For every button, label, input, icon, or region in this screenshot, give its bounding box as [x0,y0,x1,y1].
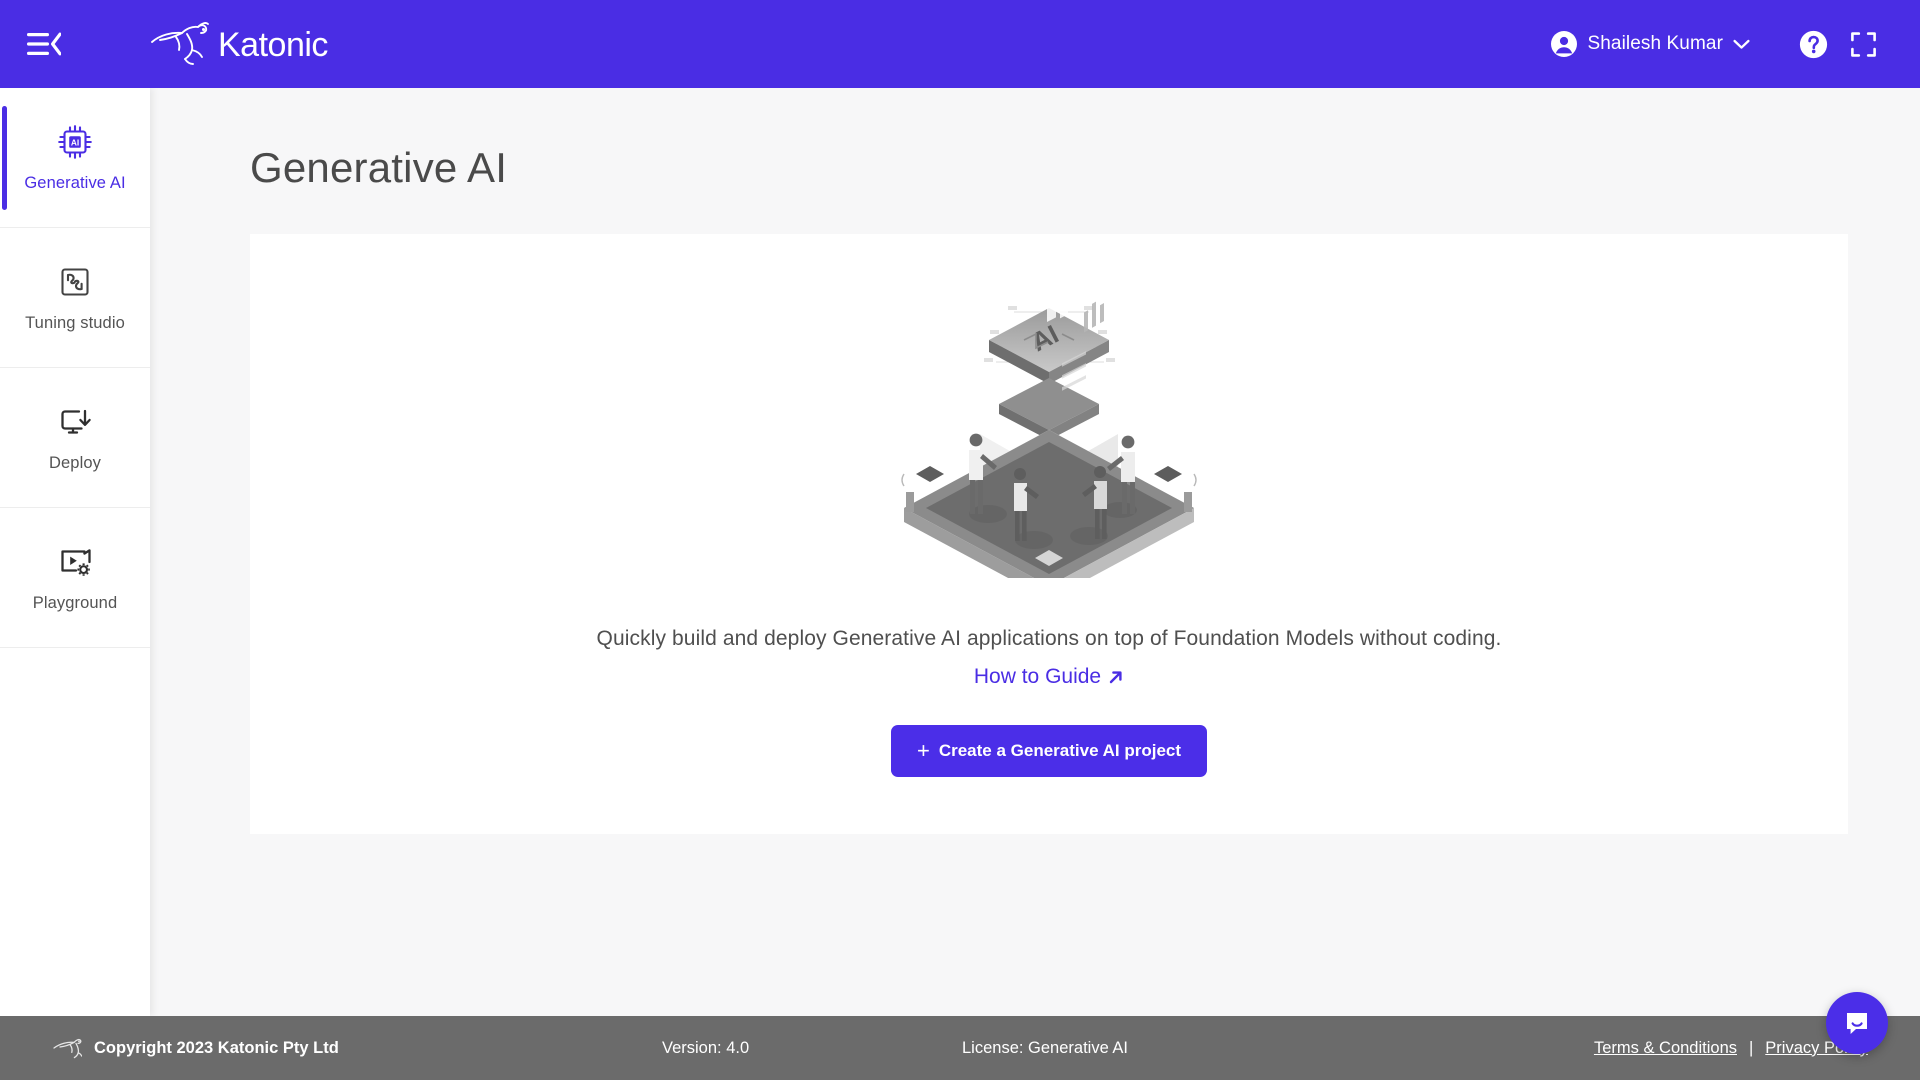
footer-link-separator: | [1749,1038,1754,1057]
user-menu[interactable]: Shailesh Kumar [1551,31,1750,57]
body-row: AI Generative AI Tuning studio Deploy Pl… [0,88,1920,1016]
fullscreen-button[interactable] [1840,21,1886,67]
footer-version: Version: 4.0 [662,1038,750,1057]
header-actions: Shailesh Kumar [1551,21,1920,67]
monitor-download-icon [55,402,95,442]
question-mark-circle-icon [1799,30,1827,58]
kangaroo-logo-icon [53,1038,82,1059]
sidebar-item-label: Generative AI [24,174,126,192]
sidebar-item-tuning-studio[interactable]: Tuning studio [0,228,150,368]
create-project-label: Create a Generative AI project [938,741,1182,760]
card-description: Quickly build and deploy Generative AI a… [596,627,1502,650]
sidebar-item-label: Deploy [49,454,101,472]
hamburger-collapse-icon [27,32,61,56]
menu-collapse-button[interactable] [0,0,88,88]
fullscreen-expand-icon [1850,31,1876,57]
app-root: Katonic Shailesh Kumar AI Generative AI … [0,0,1920,1080]
sidebar-item-label: Tuning studio [25,314,125,332]
user-name-label: Shailesh Kumar [1587,33,1723,54]
user-avatar-icon [1551,31,1578,57]
brand-logo[interactable]: Katonic [146,20,328,68]
footer-copyright-label: Copyright 2023 Katonic Pty Ltd [94,1038,339,1057]
plus-icon: + [916,738,930,763]
svg-text:Katonic: Katonic [218,26,328,64]
sidebar-item-playground[interactable]: Playground [0,508,150,648]
chevron-down-icon [1733,39,1750,49]
footer-copyright: Copyright 2023 Katonic Pty Ltd [52,1037,339,1059]
empty-state-card: AI Quickly build and deploy Generative A… [250,234,1848,834]
page-title: Generative AI [250,144,508,191]
chat-widget-button[interactable] [1826,992,1888,1054]
main-content: Generative AI AI Quickly build and deplo… [150,88,1920,1016]
terms-conditions-link[interactable]: Terms & Conditions [1594,1039,1737,1058]
footer-links: Terms & Conditions | Privacy Policy [1594,1039,1868,1058]
sidebar-item-deploy[interactable]: Deploy [0,368,150,508]
top-header: Katonic Shailesh Kumar [0,0,1920,88]
ai-chip-icon: AI [55,122,95,162]
puzzle-icon [55,262,95,302]
footer-license: License: Generative AI [962,1038,1129,1057]
chat-bubble-smile-icon [1847,1013,1867,1034]
sidebar-item-label: Playground [32,594,118,612]
svg-text:AI: AI [71,138,79,148]
create-project-button[interactable]: + Create a Generative AI project [890,725,1208,777]
kangaroo-logo-icon: Katonic [151,22,328,65]
sidebar: AI Generative AI Tuning studio Deploy Pl… [0,88,150,1016]
video-gear-icon [55,542,95,582]
sidebar-item-generative-ai[interactable]: AI Generative AI [0,88,150,228]
how-to-guide-link[interactable]: How to Guide [974,665,1124,689]
isometric-ai-platform-illustration: AI [884,278,1214,600]
help-button[interactable] [1790,21,1836,67]
external-link-arrow-icon [1109,670,1122,683]
how-to-guide-label: How to Guide [973,665,1102,688]
footer: Copyright 2023 Katonic Pty Ltd Version: … [0,1016,1920,1080]
